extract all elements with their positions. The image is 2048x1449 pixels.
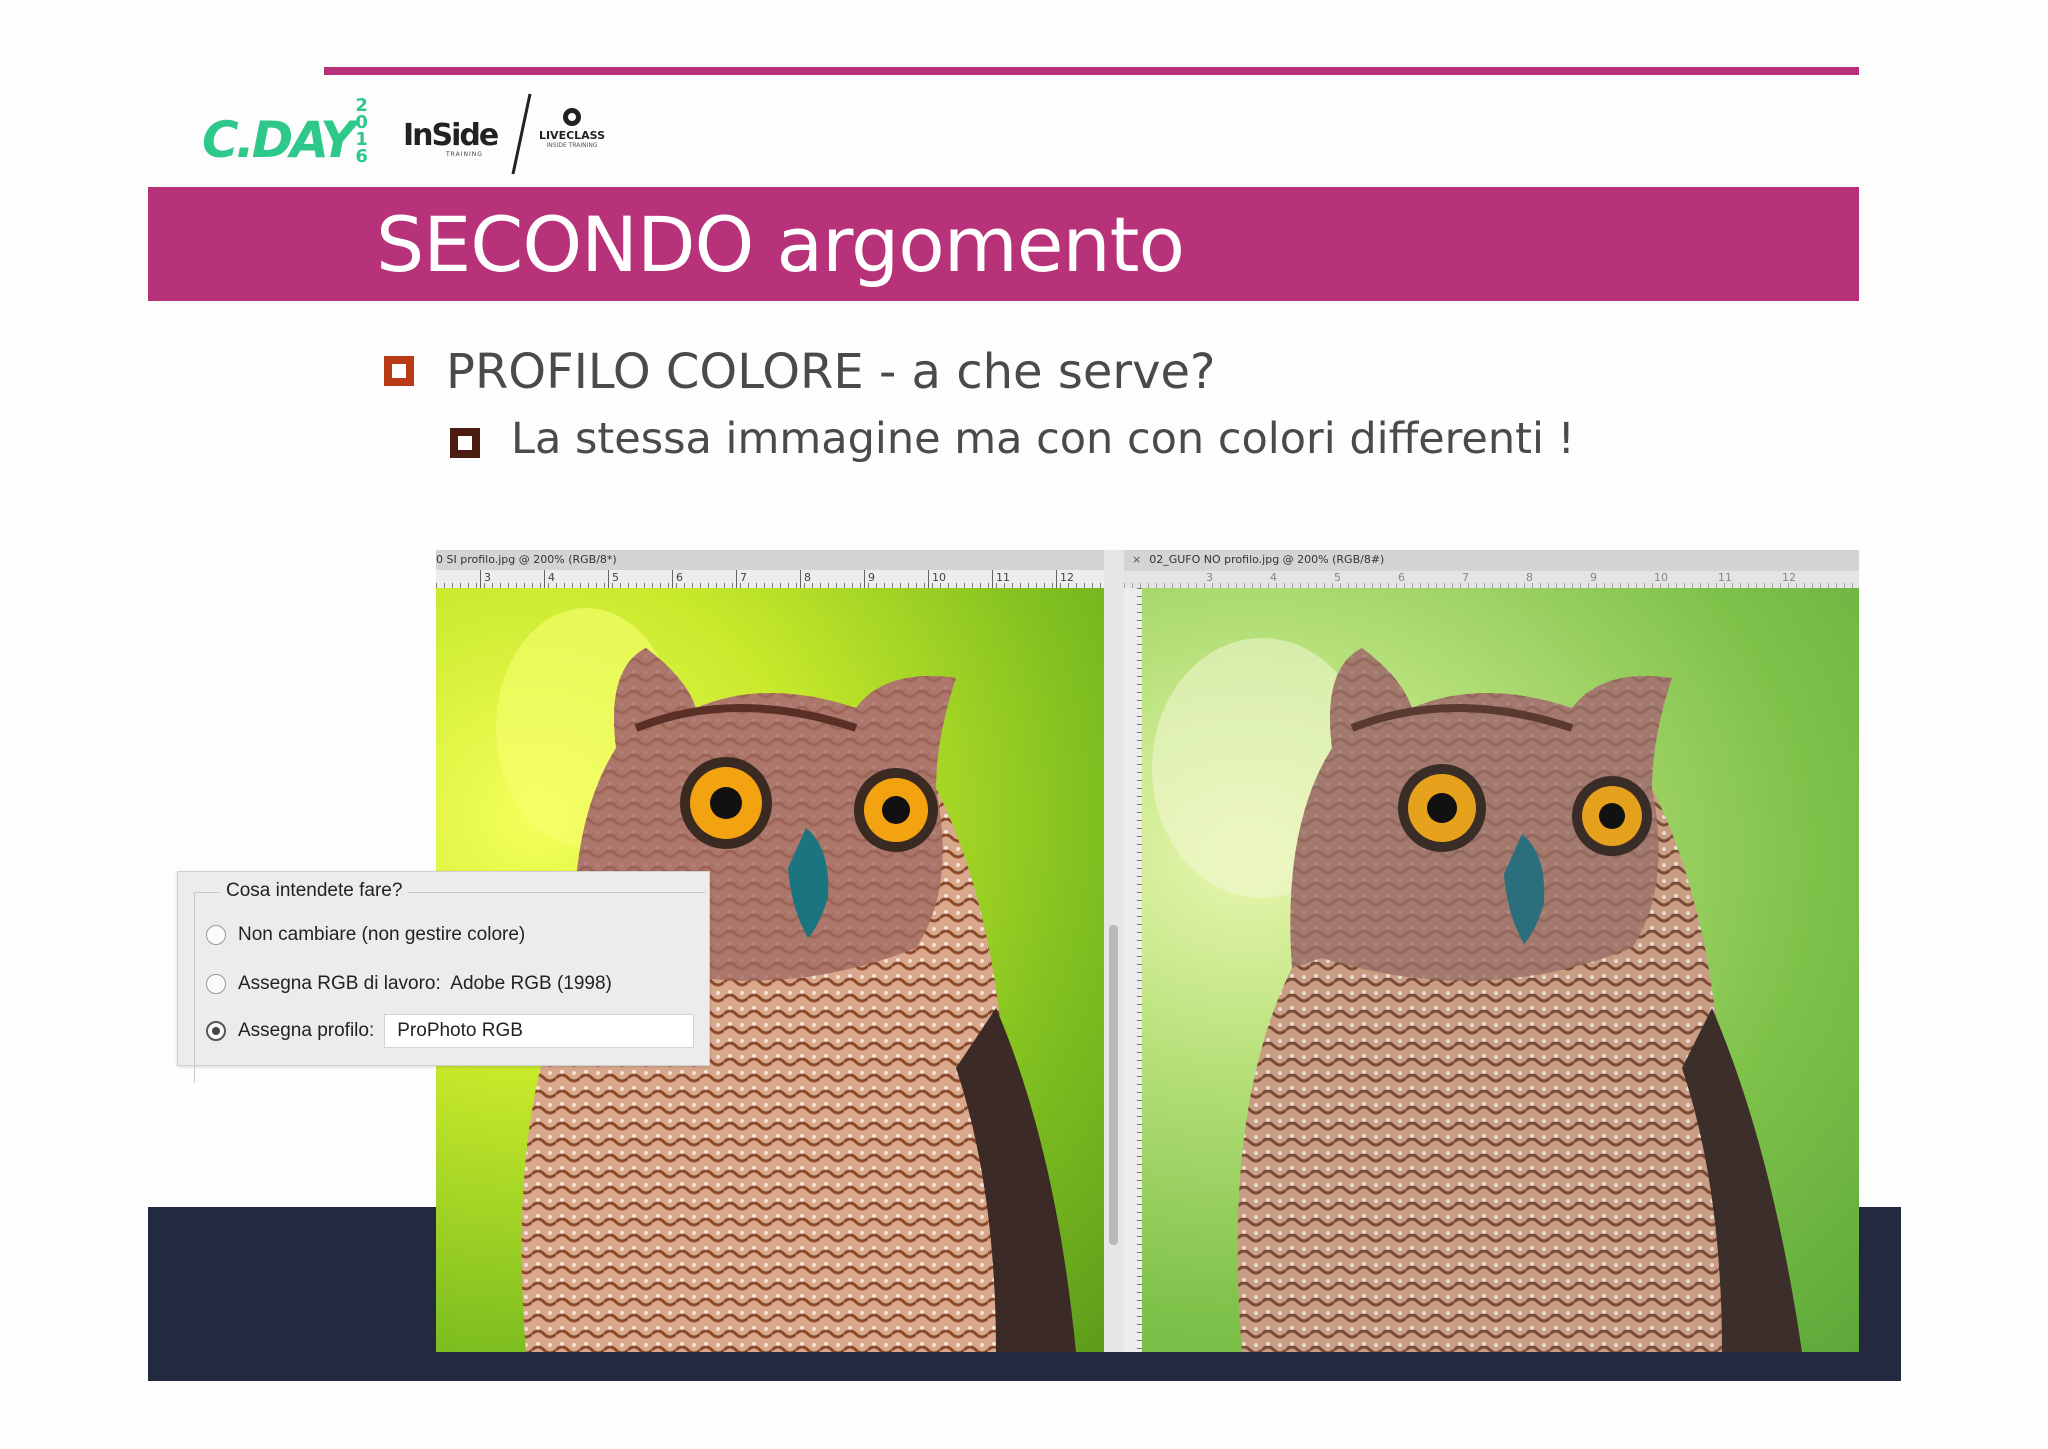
option-assign-working-rgb[interactable]: Assegna RGB di lavoro: Adobe RGB (1998) [206, 973, 612, 995]
ruler-number: 5 [1334, 571, 1341, 584]
document-tab-left[interactable]: 0 SI profilo.jpg @ 200% (RGB/8*) [436, 550, 1104, 571]
cday-logo: C.DAY 20 16 [202, 97, 379, 175]
liveclass-logo: LIVECLASS INSIDE TRAINING [537, 108, 607, 149]
liveclass-logo-subtitle: INSIDE TRAINING [546, 142, 598, 149]
photoshop-document-right: × 02_GUFO NO profilo.jpg @ 200% (RGB/8#) … [1124, 550, 1859, 1352]
dialog-group-title: Cosa intendete fare? [220, 880, 409, 902]
radio-button[interactable] [206, 974, 226, 994]
option-label: Assegna RGB di lavoro: Adobe RGB (1998) [238, 973, 612, 994]
ruler-number: 7 [740, 571, 747, 584]
ruler-number: 3 [1206, 571, 1213, 584]
ruler-number: 8 [804, 571, 811, 584]
radio-button-selected[interactable] [206, 1021, 226, 1041]
inside-logo: InSide [403, 118, 499, 153]
ruler-number: 7 [1462, 571, 1469, 584]
liveclass-logo-name: LIVECLASS [538, 129, 606, 142]
logo-divider [511, 93, 532, 175]
option-label: Assegna profilo: [238, 1020, 375, 1041]
ruler-number: 9 [868, 571, 875, 584]
owl-photo-muted [1142, 588, 1859, 1352]
bullet-level2-text: La stessa immagine ma con con colori dif… [511, 414, 1575, 464]
ruler-number: 9 [1590, 571, 1597, 584]
slide-title: SECONDO argomento [376, 200, 1185, 289]
canvas-scrollbar[interactable] [1104, 550, 1124, 1352]
top-accent-rule [324, 67, 1859, 75]
vertical-ruler [1124, 588, 1143, 1352]
inside-logo-subtitle: TRAINING [446, 151, 483, 158]
document-tab-right[interactable]: × 02_GUFO NO profilo.jpg @ 200% (RGB/8#) [1124, 550, 1859, 571]
ruler-number: 4 [548, 571, 555, 584]
owl-image [1152, 638, 1802, 1352]
ruler-number: 6 [1398, 571, 1405, 584]
document-tab-title[interactable]: 02_GUFO NO profilo.jpg @ 200% (RGB/8#) [1149, 553, 1384, 566]
horizontal-ruler: 3 4 5 6 7 8 9 10 11 12 [1124, 570, 1859, 589]
liveclass-mark-icon [563, 108, 581, 126]
profile-select[interactable]: ProPhoto RGB [384, 1014, 695, 1048]
bullet-square-icon [450, 428, 480, 458]
option-dont-change[interactable]: Non cambiare (non gestire colore) [206, 924, 525, 946]
ruler-number: 10 [1654, 571, 1668, 584]
ruler-number: 12 [1782, 571, 1796, 584]
bullet-level1-text: PROFILO COLORE - a che serve? [446, 344, 1216, 400]
cday-logo-text: C.DAY [202, 111, 356, 169]
cday-logo-year: 20 16 [355, 95, 368, 167]
ruler-number: 6 [676, 571, 683, 584]
bullet-square-icon [384, 356, 414, 386]
color-profile-dialog: Cosa intendete fare? Non cambiare (non g… [177, 871, 710, 1083]
ruler-number: 8 [1526, 571, 1533, 584]
ruler-number: 4 [1270, 571, 1277, 584]
horizontal-ruler: 3 4 5 6 7 8 9 10 11 12 [436, 570, 1104, 589]
ruler-number: 5 [612, 571, 619, 584]
ruler-number: 3 [484, 571, 491, 584]
option-label: Non cambiare (non gestire colore) [238, 924, 526, 945]
ruler-number: 11 [996, 571, 1010, 584]
ruler-number: 11 [1718, 571, 1732, 584]
radio-button[interactable] [206, 925, 226, 945]
close-tab-icon[interactable]: × [1132, 550, 1141, 570]
option-assign-profile[interactable]: Assegna profilo: ProPhoto RGB [206, 1014, 695, 1048]
document-tab-title[interactable]: 0 SI profilo.jpg @ 200% (RGB/8*) [436, 553, 617, 566]
ruler-number: 10 [932, 571, 946, 584]
ruler-number: 12 [1060, 571, 1074, 584]
scrollbar-thumb[interactable] [1109, 925, 1118, 1245]
